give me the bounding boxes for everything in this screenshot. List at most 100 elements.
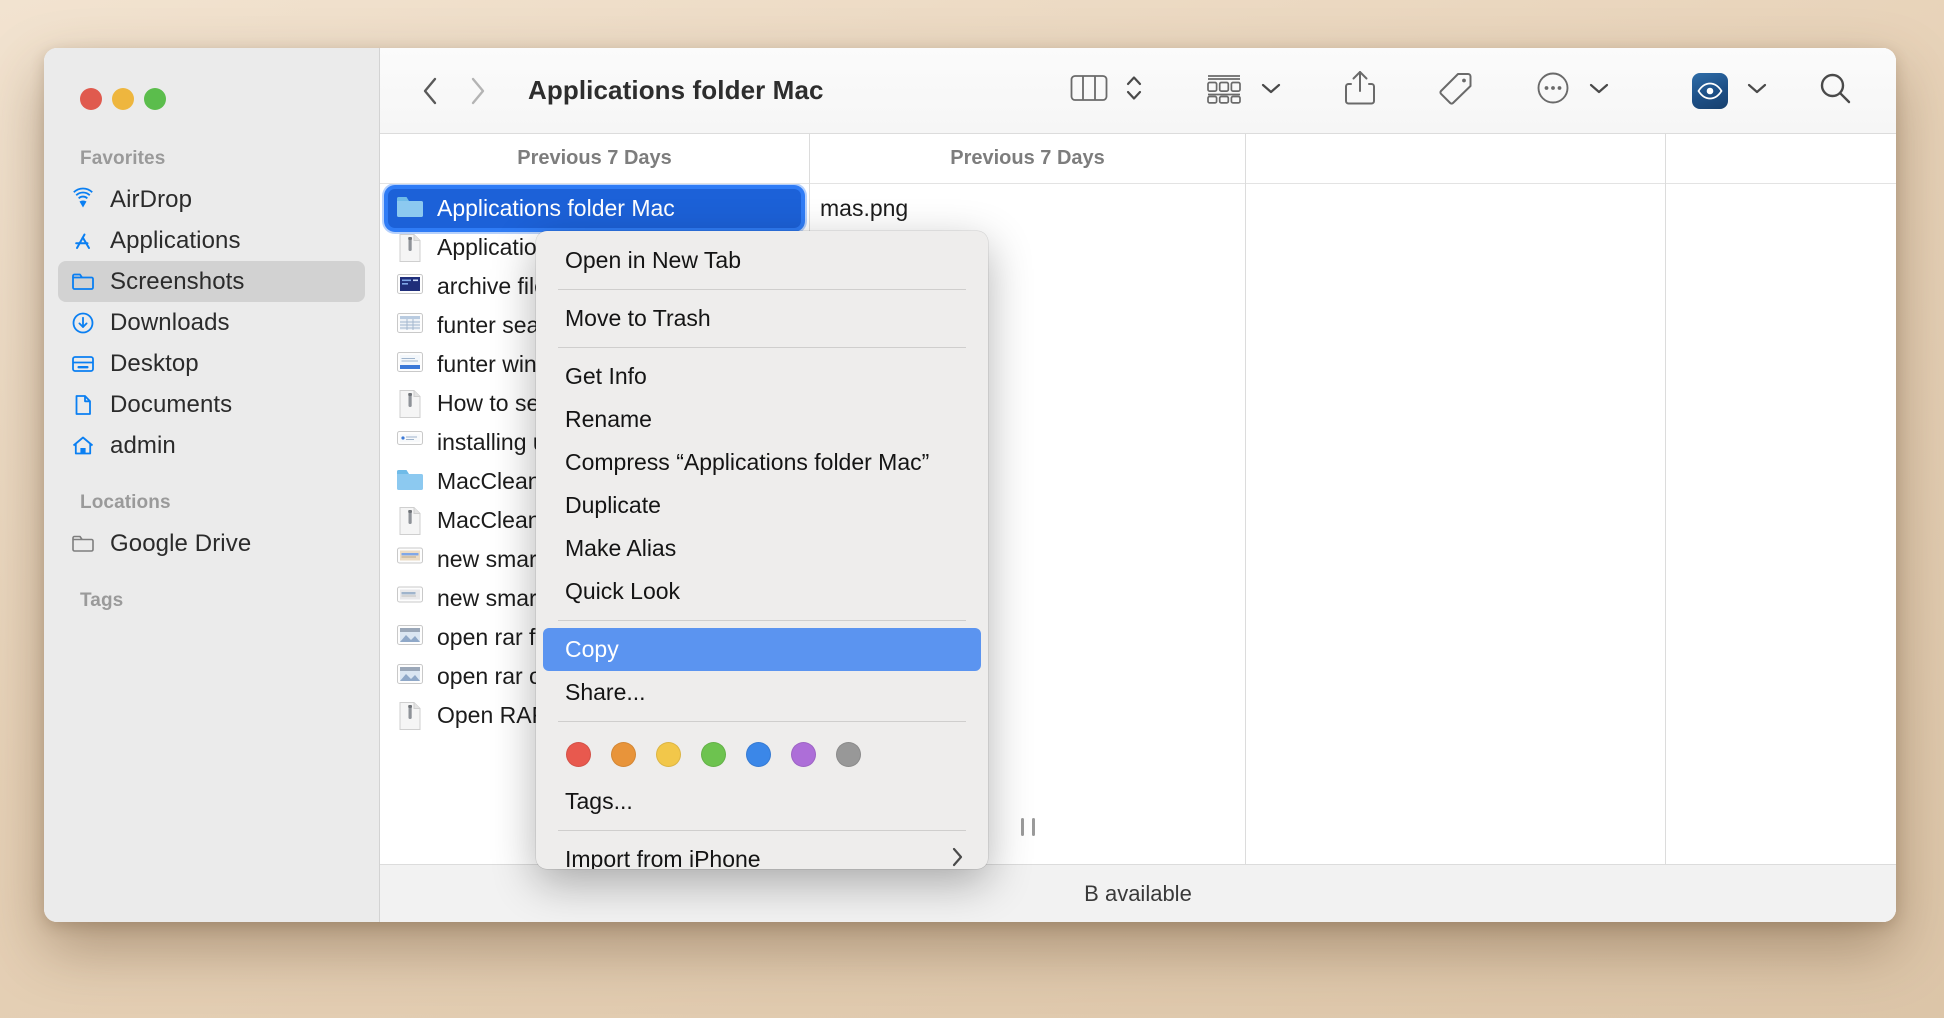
sidebar-item-applications[interactable]: Applications: [58, 220, 365, 261]
zoom-button[interactable]: [144, 88, 166, 110]
minimize-button[interactable]: [112, 88, 134, 110]
file-row-selected[interactable]: Applications folder Mac: [388, 189, 801, 228]
doc-generic-icon: [396, 506, 424, 536]
doc-generic-icon: [396, 701, 424, 731]
menu-item-copy[interactable]: Copy: [543, 628, 981, 671]
folder-grey-icon: [70, 531, 96, 557]
sidebar-item-downloads[interactable]: Downloads: [58, 302, 365, 343]
sidebar-item-label: Applications: [110, 226, 241, 254]
menu-item-make-alias[interactable]: Make Alias: [543, 527, 981, 570]
forward-button[interactable]: [454, 68, 500, 114]
menu-separator: [558, 620, 966, 621]
sidebar-item-label: admin: [110, 431, 176, 459]
sidebar-item-google-drive[interactable]: Google Drive: [58, 523, 365, 564]
menu-item-label: Import from iPhone: [565, 846, 761, 869]
toolbar: Applications folder Mac: [380, 48, 1896, 134]
downloads-icon: [70, 310, 96, 336]
sidebar-item-screenshots[interactable]: Screenshots: [58, 261, 365, 302]
image-table-icon: [396, 311, 424, 341]
sidebar-list-locations: Google Drive: [44, 523, 379, 564]
tag-icon: [1438, 70, 1474, 111]
sidebar-item-label: AirDrop: [110, 185, 193, 213]
tag-button[interactable]: [1430, 68, 1482, 114]
image-tan-icon: [396, 545, 424, 575]
funter-eye-icon: [1692, 72, 1728, 109]
column-view-icon: [1070, 72, 1108, 109]
applications-icon: [70, 228, 96, 254]
menu-separator: [558, 347, 966, 348]
context-menu: Open in New Tab Move to Trash Get Info R…: [536, 231, 988, 869]
more-actions-button[interactable]: [1528, 68, 1618, 114]
tag-color-grey[interactable]: [836, 742, 861, 767]
sidebar-item-desktop[interactable]: Desktop: [58, 343, 365, 384]
tag-color-green[interactable]: [701, 742, 726, 767]
group-by-icon: [1206, 71, 1242, 110]
sidebar-group-favorites-title: Favorites: [80, 148, 166, 169]
group-by-button[interactable]: [1198, 68, 1290, 114]
tag-color-purple[interactable]: [791, 742, 816, 767]
column-4: [1666, 134, 1896, 864]
menu-item-label: Tags...: [565, 788, 633, 814]
menu-separator: [558, 830, 966, 831]
status-bar: B available: [380, 864, 1896, 922]
home-icon: [70, 433, 96, 459]
close-button[interactable]: [80, 88, 102, 110]
menu-item-quick-look[interactable]: Quick Look: [543, 570, 981, 613]
menu-item-open-in-new-tab[interactable]: Open in New Tab: [543, 239, 981, 282]
column-view-button[interactable]: [1062, 68, 1152, 114]
image-photo-icon: [396, 623, 424, 653]
sort-stepper-icon[interactable]: [1124, 71, 1144, 110]
sidebar-item-label: Desktop: [110, 349, 199, 377]
share-button[interactable]: [1336, 68, 1384, 114]
airdrop-icon: [70, 187, 96, 213]
submenu-chevron-right-icon: [949, 845, 965, 870]
sidebar-item-label: Documents: [110, 390, 233, 418]
sidebar-group-locations-title: Locations: [80, 492, 171, 513]
sidebar-item-documents[interactable]: Documents: [58, 384, 365, 425]
share-icon: [1344, 69, 1376, 112]
menu-item-label: Copy: [565, 636, 619, 662]
menu-item-label: Rename: [565, 406, 652, 432]
doc-generic-icon: [396, 389, 424, 419]
folder-icon: [70, 269, 96, 295]
menu-item-move-to-trash[interactable]: Move to Trash: [543, 297, 981, 340]
chevron-down-icon[interactable]: [1260, 80, 1282, 101]
file-name: Applications folder Mac: [437, 195, 675, 221]
image-tan-icon: [396, 584, 424, 614]
folder-blue-icon: [396, 467, 424, 497]
tag-color-blue[interactable]: [746, 742, 771, 767]
list-item[interactable]: mas.png: [810, 189, 1245, 228]
sidebar-item-label: Google Drive: [110, 529, 252, 557]
image-photo-icon: [396, 662, 424, 692]
column-resize-handle[interactable]: [1020, 818, 1035, 836]
menu-separator: [558, 721, 966, 722]
menu-item-rename[interactable]: Rename: [543, 398, 981, 441]
menu-item-get-info[interactable]: Get Info: [543, 355, 981, 398]
chevron-down-icon[interactable]: [1746, 80, 1768, 101]
menu-item-share[interactable]: Share...: [543, 671, 981, 714]
image-bar-icon: [396, 428, 424, 458]
search-button[interactable]: [1810, 68, 1860, 114]
tag-color-orange[interactable]: [611, 742, 636, 767]
traffic-lights: [44, 52, 379, 110]
menu-separator: [558, 289, 966, 290]
sidebar-item-label: Screenshots: [110, 267, 245, 295]
doc-generic-icon: [396, 233, 424, 263]
menu-item-compress[interactable]: Compress “Applications folder Mac”: [543, 441, 981, 484]
desktop-icon: [70, 351, 96, 377]
menu-item-import-from-iphone[interactable]: Import from iPhone: [543, 838, 981, 869]
document-icon: [70, 392, 96, 418]
menu-item-duplicate[interactable]: Duplicate: [543, 484, 981, 527]
menu-item-label: Move to Trash: [565, 305, 711, 331]
menu-item-tags[interactable]: Tags...: [543, 780, 981, 823]
chevron-down-icon[interactable]: [1588, 80, 1610, 101]
sidebar-item-airdrop[interactable]: AirDrop: [58, 179, 365, 220]
column-2-header: Previous 7 Days: [810, 134, 1245, 184]
tag-color-yellow[interactable]: [656, 742, 681, 767]
tag-color-picker: [536, 729, 988, 780]
funter-button[interactable]: [1684, 68, 1776, 114]
sidebar-item-admin[interactable]: admin: [58, 425, 365, 466]
menu-item-label: Share...: [565, 679, 646, 705]
tag-color-red[interactable]: [566, 742, 591, 767]
back-button[interactable]: [408, 68, 454, 114]
